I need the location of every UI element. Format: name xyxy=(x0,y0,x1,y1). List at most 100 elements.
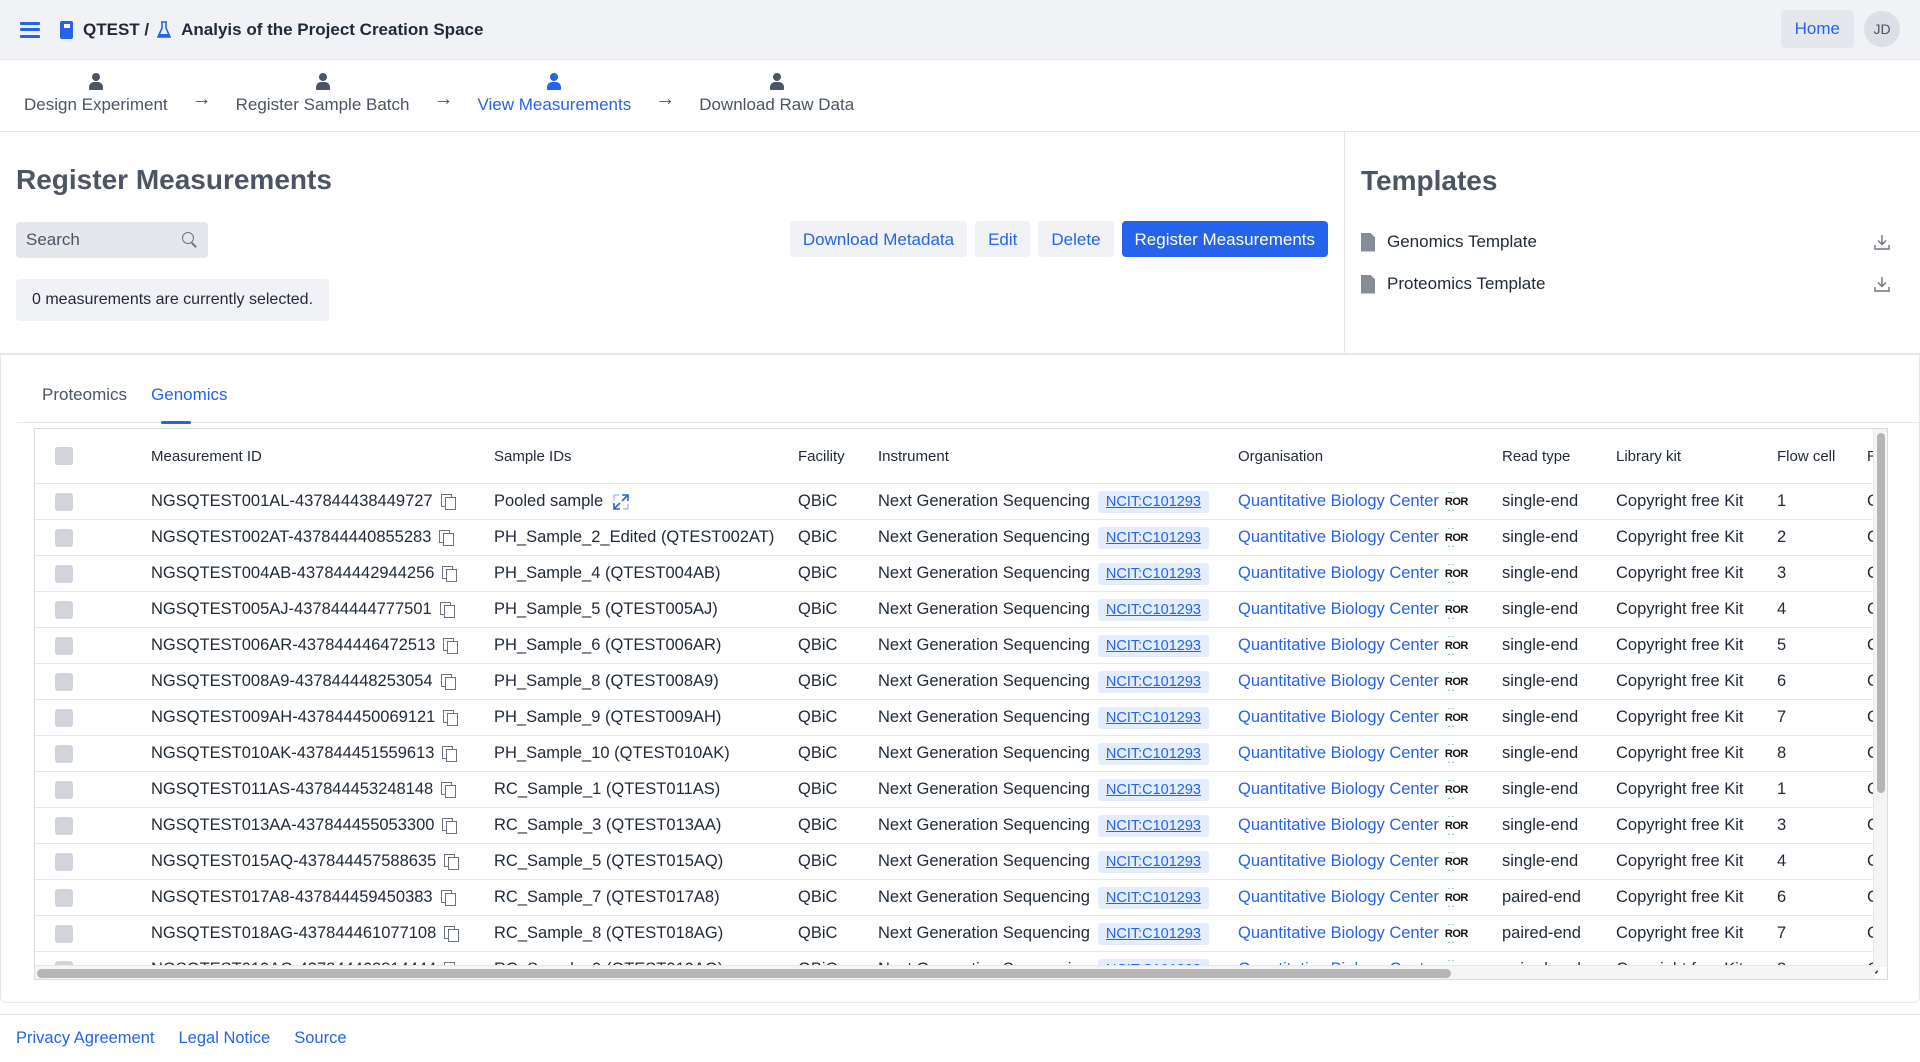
breadcrumb-experiment[interactable]: Analyis of the Project Creation Space xyxy=(181,20,483,40)
ror-icon[interactable]: ROR xyxy=(1445,600,1468,619)
table-row[interactable]: NGSQTEST013AA-437844455053300 RC_Sample_3… xyxy=(35,808,1879,844)
row-checkbox[interactable] xyxy=(55,636,73,655)
download-icon[interactable] xyxy=(1874,276,1890,292)
table-row[interactable]: NGSQTEST015AQ-437844457588635 RC_Sample_5… xyxy=(35,844,1879,880)
row-checkbox[interactable] xyxy=(55,600,73,619)
ror-icon[interactable]: ROR xyxy=(1445,528,1468,547)
column-header-library-kit[interactable]: Library kit xyxy=(1616,448,1777,465)
column-header-read-type[interactable]: Read type xyxy=(1502,448,1616,465)
ror-icon[interactable]: ROR xyxy=(1445,816,1468,835)
download-icon[interactable] xyxy=(1874,234,1890,250)
template-item-proteomics[interactable]: Proteomics Template xyxy=(1361,263,1904,305)
vertical-scrollbar[interactable] xyxy=(1873,429,1887,967)
ontology-link[interactable]: NCIT:C101293 xyxy=(1097,598,1209,621)
organisation-link[interactable]: Quantitative Biology Center xyxy=(1238,816,1439,835)
menu-icon[interactable] xyxy=(20,21,40,38)
breadcrumb-project[interactable]: QTEST / xyxy=(83,20,149,40)
ontology-link[interactable]: NCIT:C101293 xyxy=(1097,814,1209,837)
ontology-link[interactable]: NCIT:C101293 xyxy=(1097,778,1209,801)
table-row[interactable]: NGSQTEST005AJ-437844444777501 PH_Sample_5… xyxy=(35,592,1879,628)
row-checkbox[interactable] xyxy=(55,564,73,583)
step-design-experiment[interactable]: Design Experiment xyxy=(24,73,168,115)
home-button[interactable]: Home xyxy=(1780,10,1854,48)
register-measurements-button[interactable]: Register Measurements xyxy=(1121,221,1328,257)
ror-icon[interactable]: ROR xyxy=(1445,780,1468,799)
table-row[interactable]: NGSQTEST018AG-437844461077108 RC_Sample_8… xyxy=(35,916,1879,952)
table-row[interactable]: NGSQTEST008A9-437844448253054 PH_Sample_8… xyxy=(35,664,1879,700)
ontology-link[interactable]: NCIT:C101293 xyxy=(1097,742,1209,765)
expand-icon[interactable] xyxy=(613,493,629,510)
table-row[interactable]: NGSQTEST011AS-437844453248148 RC_Sample_1… xyxy=(35,772,1879,808)
row-checkbox[interactable] xyxy=(55,816,73,835)
ror-icon[interactable]: ROR xyxy=(1445,924,1468,943)
column-header-measurement-id[interactable]: Measurement ID xyxy=(151,448,494,465)
download-metadata-button[interactable]: Download Metadata xyxy=(789,221,968,257)
legal-notice-link[interactable]: Legal Notice xyxy=(178,1029,270,1048)
row-checkbox[interactable] xyxy=(55,744,73,763)
ror-icon[interactable]: ROR xyxy=(1445,672,1468,691)
organisation-link[interactable]: Quantitative Biology Center xyxy=(1238,528,1439,547)
source-link[interactable]: Source xyxy=(294,1029,346,1048)
organisation-link[interactable]: Quantitative Biology Center xyxy=(1238,852,1439,871)
table-row[interactable]: NGSQTEST002AT-437844440855283 PH_Sample_2… xyxy=(35,520,1879,556)
copy-icon[interactable] xyxy=(442,818,458,834)
table-row[interactable]: NGSQTEST001AL-437844438449727 Pooled samp… xyxy=(35,484,1879,520)
organisation-link[interactable]: Quantitative Biology Center xyxy=(1238,780,1439,799)
column-header-flow-cell[interactable]: Flow cell xyxy=(1777,448,1867,465)
template-item-genomics[interactable]: Genomics Template xyxy=(1361,221,1904,263)
organisation-link[interactable]: Quantitative Biology Center xyxy=(1238,564,1439,583)
table-row[interactable]: NGSQTEST004AB-437844442944256 PH_Sample_4… xyxy=(35,556,1879,592)
organisation-link[interactable]: Quantitative Biology Center xyxy=(1238,636,1439,655)
ror-icon[interactable]: ROR xyxy=(1445,744,1468,763)
ontology-link[interactable]: NCIT:C101293 xyxy=(1097,670,1209,693)
organisation-link[interactable]: Quantitative Biology Center xyxy=(1238,672,1439,691)
copy-icon[interactable] xyxy=(442,566,458,582)
organisation-link[interactable]: Quantitative Biology Center xyxy=(1238,600,1439,619)
ontology-link[interactable]: NCIT:C101293 xyxy=(1097,634,1209,657)
ror-icon[interactable]: ROR xyxy=(1445,888,1468,907)
ror-icon[interactable]: ROR xyxy=(1445,564,1468,583)
copy-icon[interactable] xyxy=(442,746,458,762)
ror-icon[interactable]: ROR xyxy=(1445,708,1468,727)
organisation-link[interactable]: Quantitative Biology Center xyxy=(1238,888,1439,907)
copy-icon[interactable] xyxy=(440,494,456,510)
step-view-measurements[interactable]: View Measurements xyxy=(478,73,631,115)
copy-icon[interactable] xyxy=(441,782,457,798)
ror-icon[interactable]: ROR xyxy=(1445,636,1468,655)
tab-genomics[interactable]: Genomics xyxy=(139,377,240,424)
row-checkbox[interactable] xyxy=(55,672,73,691)
tab-proteomics[interactable]: Proteomics xyxy=(17,377,139,423)
ontology-link[interactable]: NCIT:C101293 xyxy=(1097,850,1209,873)
vertical-scrollbar-thumb[interactable] xyxy=(1877,433,1885,793)
row-checkbox[interactable] xyxy=(55,708,73,727)
copy-icon[interactable] xyxy=(439,530,455,546)
ontology-link[interactable]: NCIT:C101293 xyxy=(1097,886,1209,909)
ontology-link[interactable]: NCIT:C101293 xyxy=(1097,562,1209,585)
table-row[interactable]: NGSQTEST017A8-437844459450383 RC_Sample_7… xyxy=(35,880,1879,916)
organisation-link[interactable]: Quantitative Biology Center xyxy=(1238,744,1439,763)
search-field[interactable] xyxy=(16,222,208,258)
row-checkbox[interactable] xyxy=(55,528,73,547)
row-checkbox[interactable] xyxy=(55,780,73,799)
ror-icon[interactable]: ROR xyxy=(1445,492,1468,511)
avatar[interactable]: JD xyxy=(1864,11,1900,47)
organisation-link[interactable]: Quantitative Biology Center xyxy=(1238,924,1439,943)
organisation-link[interactable]: Quantitative Biology Center xyxy=(1238,708,1439,727)
ror-icon[interactable]: ROR xyxy=(1445,852,1468,871)
step-download-raw-data[interactable]: Download Raw Data xyxy=(699,73,854,115)
horizontal-scrollbar[interactable] xyxy=(35,965,1875,979)
edit-button[interactable]: Edit xyxy=(975,221,1031,257)
table-row[interactable]: NGSQTEST009AH-437844450069121 PH_Sample_9… xyxy=(35,700,1879,736)
row-checkbox[interactable] xyxy=(55,924,73,943)
ontology-link[interactable]: NCIT:C101293 xyxy=(1097,922,1209,945)
row-checkbox[interactable] xyxy=(55,492,73,511)
copy-icon[interactable] xyxy=(439,602,455,618)
table-row[interactable]: NGSQTEST006AR-437844446472513 PH_Sample_6… xyxy=(35,628,1879,664)
organisation-link[interactable]: Quantitative Biology Center xyxy=(1238,492,1439,511)
copy-icon[interactable] xyxy=(440,890,456,906)
ontology-link[interactable]: NCIT:C101293 xyxy=(1097,706,1209,729)
ontology-link[interactable]: NCIT:C101293 xyxy=(1097,490,1209,513)
column-header-facility[interactable]: Facility xyxy=(798,448,878,465)
horizontal-scrollbar-thumb[interactable] xyxy=(37,969,1451,978)
copy-icon[interactable] xyxy=(443,638,459,654)
